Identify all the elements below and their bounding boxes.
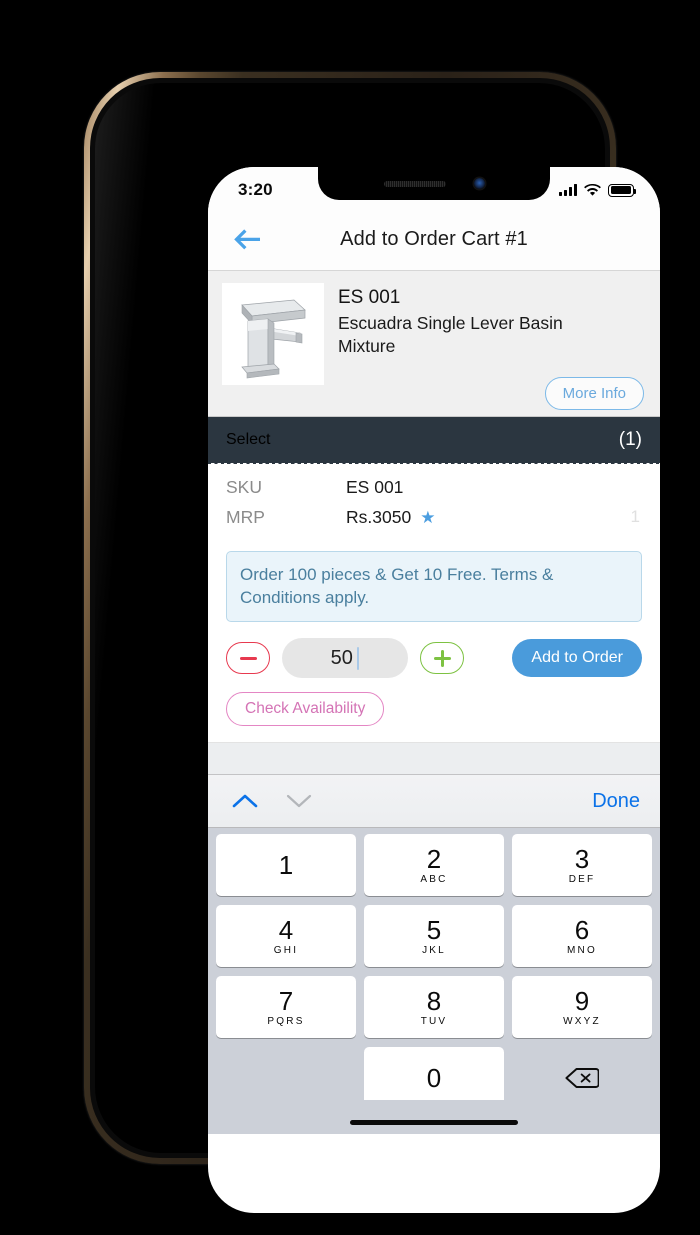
chevron-up-icon xyxy=(232,794,258,808)
keypad-digit: 5 xyxy=(426,914,442,945)
keypad-key-8[interactable]: 8 TUV xyxy=(364,976,504,1039)
keypad-letters: PQRS xyxy=(267,1015,305,1027)
back-arrow-icon xyxy=(234,229,260,250)
backspace-delete-icon xyxy=(565,1068,599,1089)
more-info-button[interactable]: More Info xyxy=(544,377,644,410)
add-to-order-button[interactable]: Add to Order xyxy=(512,639,642,678)
select-section-header: Select (1) xyxy=(208,417,660,464)
keypad-letters: DEF xyxy=(568,873,596,885)
quantity-stepper-row: 50 Add to Order xyxy=(208,622,660,679)
battery-full-icon xyxy=(608,183,637,197)
previous-field-button[interactable] xyxy=(228,784,262,818)
detail-value-sku: ES 001 xyxy=(346,477,404,497)
page-title: Add to Order Cart #1 xyxy=(340,228,528,250)
keypad-letters: MNO xyxy=(567,944,597,956)
keypad-key-2[interactable]: 2 ABC xyxy=(364,834,504,897)
product-thumbnail xyxy=(222,283,324,385)
done-button[interactable]: Done xyxy=(592,790,640,813)
check-availability-row: Check Availability xyxy=(208,678,660,742)
offer-banner: Order 100 pieces & Get 10 Free. Terms & … xyxy=(226,551,642,623)
status-time: 3:20 xyxy=(238,180,273,199)
keypad-letters: ABC xyxy=(420,873,448,885)
keypad-digit: 1 xyxy=(278,849,294,880)
status-icons xyxy=(559,183,637,197)
quantity-hint: 1 xyxy=(630,507,640,526)
minus-icon xyxy=(239,650,257,667)
decrement-quantity-button[interactable] xyxy=(226,642,270,675)
product-name: Escuadra Single Lever Basin Mixture xyxy=(338,313,563,357)
keypad-row: 4 GHI 5 JKL 6 MNO xyxy=(212,905,656,968)
plus-icon xyxy=(433,649,451,667)
keypad-key-5[interactable]: 5 JKL xyxy=(364,905,504,968)
select-count-badge: (1) xyxy=(618,429,642,450)
quantity-input[interactable]: 50 xyxy=(282,638,408,679)
product-sku-title: ES 001 xyxy=(338,287,401,308)
phone-screen: 3:20 Add to Order Cart #1 ES 001 Escuadr… xyxy=(208,167,660,1213)
detail-label-sku: SKU xyxy=(226,477,262,497)
earpiece-speaker-icon xyxy=(383,180,446,187)
detail-label-mrp: MRP xyxy=(226,507,265,527)
keypad-key-7[interactable]: 7 PQRS xyxy=(216,976,356,1039)
detail-row-sku: SKU ES 001 xyxy=(226,477,642,507)
keypad-letters: TUV xyxy=(420,1015,448,1027)
front-camera-icon xyxy=(473,178,485,189)
phone-frame: 3:20 Add to Order Cart #1 ES 001 Escuadr… xyxy=(84,72,660,1213)
keypad-row: 7 PQRS 8 TUV 9 WXYZ xyxy=(212,976,656,1039)
select-label: Select xyxy=(226,431,271,448)
keypad-digit: 8 xyxy=(426,985,442,1016)
keypad-row: 1 2 ABC 3 DEF xyxy=(212,834,656,897)
keypad-letters: JKL xyxy=(422,944,446,956)
detail-value-mrp: Rs.3050 xyxy=(346,507,412,527)
keypad-digit: 0 xyxy=(426,1062,442,1093)
increment-quantity-button[interactable] xyxy=(420,642,464,675)
text-caret xyxy=(356,646,360,670)
check-availability-button[interactable]: Check Availability xyxy=(226,692,385,727)
keypad-key-9[interactable]: 9 WXYZ xyxy=(512,976,652,1039)
keypad-digit: 7 xyxy=(278,985,294,1016)
keypad-key-6[interactable]: 6 MNO xyxy=(512,905,652,968)
keypad-digit: 2 xyxy=(426,843,442,874)
quantity-value: 50 xyxy=(330,646,353,669)
product-info: ES 001 Escuadra Single Lever Basin Mixtu… xyxy=(338,283,646,410)
keypad-digit: 6 xyxy=(574,914,590,945)
keypad-digit: 9 xyxy=(574,985,590,1016)
numeric-keypad: 1 2 ABC 3 DEF 4 GHI 5 JKL 6 MNO 7 PQRS 8… xyxy=(208,828,660,1110)
keypad-digit: 3 xyxy=(574,843,590,874)
chevron-down-icon xyxy=(286,795,312,808)
next-field-button[interactable] xyxy=(282,784,316,818)
content-filler-gap xyxy=(208,742,660,775)
keypad-letters: GHI xyxy=(273,944,299,956)
detail-area: SKU ES 001 MRP Rs.3050 ★ 1 xyxy=(208,463,660,537)
basin-mixer-tap-icon xyxy=(222,283,324,385)
star-icon[interactable]: ★ xyxy=(420,508,435,528)
wifi-icon xyxy=(584,183,601,196)
keyboard-accessory-bar: Done xyxy=(208,774,660,829)
keypad-key-3[interactable]: 3 DEF xyxy=(512,834,652,897)
keypad-key-4[interactable]: 4 GHI xyxy=(216,905,356,968)
detail-row-mrp: MRP Rs.3050 ★ 1 xyxy=(226,507,642,537)
notch xyxy=(318,167,550,200)
keypad-key-1[interactable]: 1 xyxy=(216,834,356,897)
home-indicator[interactable] xyxy=(350,1119,518,1126)
cellular-signal-icon xyxy=(559,184,577,196)
product-card: ES 001 Escuadra Single Lever Basin Mixtu… xyxy=(208,271,660,417)
keypad-digit: 4 xyxy=(278,914,294,945)
keypad-letters: WXYZ xyxy=(563,1015,601,1027)
back-button[interactable] xyxy=(224,220,270,260)
home-indicator-area xyxy=(208,1100,660,1135)
navigation-bar: Add to Order Cart #1 xyxy=(208,209,660,271)
